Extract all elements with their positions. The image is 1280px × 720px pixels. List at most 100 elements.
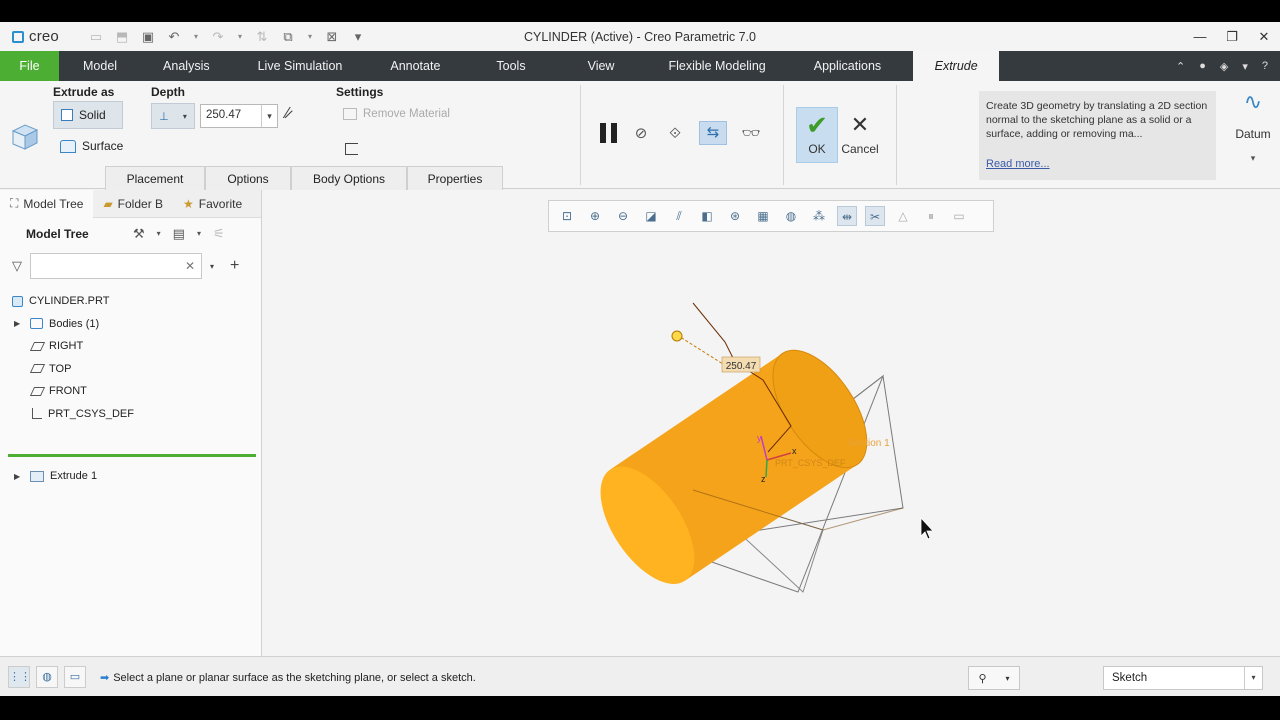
remove-material-button[interactable]: Remove Material: [343, 108, 450, 120]
depth-value-field[interactable]: 250.47 ▾: [200, 104, 278, 128]
minimize-ribbon-icon[interactable]: ⌃: [1176, 60, 1185, 73]
refit-icon[interactable]: ⊡: [557, 206, 577, 226]
zoom-in-icon[interactable]: ⊕: [585, 206, 605, 226]
browser-toggle-icon[interactable]: ◍: [36, 666, 58, 688]
expand-icon[interactable]: ▶: [14, 472, 20, 481]
regenerate-icon[interactable]: ⇅: [254, 29, 270, 45]
datum-display-icon[interactable]: ⁂: [809, 206, 829, 226]
flip-direction-icon[interactable]: ⁄̷: [286, 105, 289, 123]
verify-glasses-icon[interactable]: 👓︎: [741, 124, 761, 142]
tree-item-extrude[interactable]: ▶ Extrude 1: [0, 465, 260, 488]
tree-item-top[interactable]: TOP: [0, 358, 261, 381]
redo-dropdown-icon[interactable]: ▾: [236, 32, 244, 41]
navigator-toggle-icon[interactable]: ⋮⋮: [8, 666, 31, 688]
open-folder-icon[interactable]: ⬒: [114, 29, 130, 45]
solid-button[interactable]: Solid: [53, 101, 123, 129]
chevron-down-icon[interactable]: ▾: [1251, 153, 1256, 164]
repaint-icon[interactable]: ◪: [641, 206, 661, 226]
subtab-placement[interactable]: Placement: [105, 166, 205, 190]
minimize-button[interactable]: —: [1184, 29, 1216, 44]
surface-button[interactable]: Surface: [60, 139, 123, 153]
ok-button[interactable]: ✔ OK: [796, 107, 838, 163]
tab-live-simulation[interactable]: Live Simulation: [234, 51, 367, 81]
saved-orientations-icon[interactable]: ⊛: [725, 206, 745, 226]
settings-icon[interactable]: ◈: [1220, 60, 1228, 73]
detached-preview-icon[interactable]: ⇆: [699, 121, 727, 145]
close-button[interactable]: ✕: [1248, 29, 1280, 45]
section-icon[interactable]: ◍: [781, 206, 801, 226]
pause-animation-icon[interactable]: ⏸: [921, 206, 941, 226]
chevron-down-icon[interactable]: ▾: [1005, 674, 1009, 683]
tree-item-right[interactable]: RIGHT: [0, 335, 261, 358]
tree-item-front[interactable]: FRONT: [0, 380, 261, 403]
chevron-down-icon[interactable]: ▾: [210, 262, 214, 271]
save-icon[interactable]: ▣: [140, 29, 156, 45]
tab-flexible-modeling[interactable]: Flexible Modeling: [644, 51, 789, 81]
tab-folder-browser[interactable]: ▰ Folder B: [93, 190, 173, 218]
windows-dropdown-icon[interactable]: ▾: [306, 32, 314, 41]
tab-tools[interactable]: Tools: [464, 51, 557, 81]
tab-analysis[interactable]: Analysis: [139, 51, 234, 81]
undo-dropdown-icon[interactable]: ▾: [192, 32, 200, 41]
user-icon[interactable]: ●: [1199, 60, 1206, 72]
chevron-down-icon[interactable]: ▾: [197, 226, 201, 242]
subtab-options[interactable]: Options: [205, 166, 291, 190]
chevron-down-icon[interactable]: ▾: [157, 226, 161, 242]
pause-icon[interactable]: [600, 123, 617, 143]
spin-center-icon[interactable]: △: [893, 206, 913, 226]
graphics-window[interactable]: 250.47 Section 1 x y z PRT_CSYS_DEF ⊡ ⊕ …: [263, 190, 1280, 656]
model-viewport[interactable]: 250.47 Section 1 x y z PRT_CSYS_DEF: [263, 190, 1280, 656]
sketcher-display-icon[interactable]: ⇹: [837, 206, 857, 226]
subtab-properties[interactable]: Properties: [407, 166, 503, 190]
selection-filter-dropdown[interactable]: Sketch ▾: [1103, 666, 1263, 690]
tree-item-part[interactable]: CYLINDER.PRT: [0, 290, 261, 313]
windows-icon[interactable]: ⧉: [280, 29, 296, 45]
tree-item-csys[interactable]: PRT_CSYS_DEF: [0, 403, 261, 426]
undo-icon[interactable]: ↶: [166, 29, 182, 45]
close-window-icon[interactable]: ⊠: [324, 29, 340, 45]
thicken-sketch-icon[interactable]: [345, 143, 358, 155]
hidden-lines-icon[interactable]: ▭: [949, 206, 969, 226]
depth-dimension-label[interactable]: 250.47: [726, 361, 757, 372]
redo-icon[interactable]: ↷: [210, 29, 226, 45]
datum-button[interactable]: ∿ Datum ▾: [1228, 89, 1278, 181]
clear-icon[interactable]: ✕: [185, 259, 195, 273]
read-more-link[interactable]: Read more...: [986, 157, 1050, 171]
tab-favorites[interactable]: ★ Favorite: [173, 190, 252, 218]
fullscreen-icon[interactable]: ▭: [64, 666, 86, 688]
tab-extrude[interactable]: Extrude: [913, 51, 1000, 81]
help-icon[interactable]: ?: [1262, 60, 1268, 72]
tab-model[interactable]: Model: [59, 51, 139, 81]
tree-settings-icon[interactable]: ⚒: [133, 226, 145, 242]
expand-icon[interactable]: ▶: [14, 319, 20, 328]
tab-applications[interactable]: Applications: [790, 51, 905, 81]
zoom-out-icon[interactable]: ⊖: [613, 206, 633, 226]
view-manager-icon[interactable]: ▦: [753, 206, 773, 226]
perspective-icon[interactable]: ⫽: [669, 206, 689, 226]
find-button[interactable]: ⚲ ▾: [968, 666, 1020, 690]
tree-filters-icon[interactable]: ⚟: [213, 226, 225, 242]
insert-here-indicator[interactable]: [8, 454, 256, 457]
depth-type-dropdown[interactable]: ⊥ ▾: [151, 103, 195, 129]
chevron-down-icon[interactable]: ▾: [261, 105, 277, 127]
tab-model-tree[interactable]: ⛶ Model Tree: [0, 189, 94, 218]
tab-file[interactable]: File: [0, 51, 59, 81]
display-style-icon[interactable]: ◧: [697, 206, 717, 226]
add-icon[interactable]: +: [230, 257, 239, 275]
ribbon-dropdown-icon[interactable]: ▾: [1242, 60, 1248, 73]
new-file-icon[interactable]: ▭: [88, 29, 104, 45]
annotation-display-icon[interactable]: ✂: [865, 206, 885, 226]
restore-button[interactable]: ❐: [1216, 29, 1248, 45]
no-preview-icon[interactable]: ⊘: [631, 124, 651, 142]
tab-view[interactable]: View: [558, 51, 645, 81]
customize-toolbar-icon[interactable]: ▾: [350, 29, 366, 45]
tree-columns-icon[interactable]: ▤: [173, 226, 185, 242]
tree-search-input[interactable]: ✕: [30, 253, 202, 279]
tab-annotate[interactable]: Annotate: [366, 51, 464, 81]
tree-item-bodies[interactable]: ▶ Bodies (1): [0, 313, 261, 336]
subtab-body-options[interactable]: Body Options: [291, 166, 407, 190]
cancel-button[interactable]: ✕ Cancel: [841, 107, 878, 163]
chevron-down-icon[interactable]: ▾: [1244, 667, 1262, 689]
attached-preview-icon[interactable]: ⟐: [665, 125, 685, 142]
drag-handle[interactable]: [671, 330, 683, 342]
